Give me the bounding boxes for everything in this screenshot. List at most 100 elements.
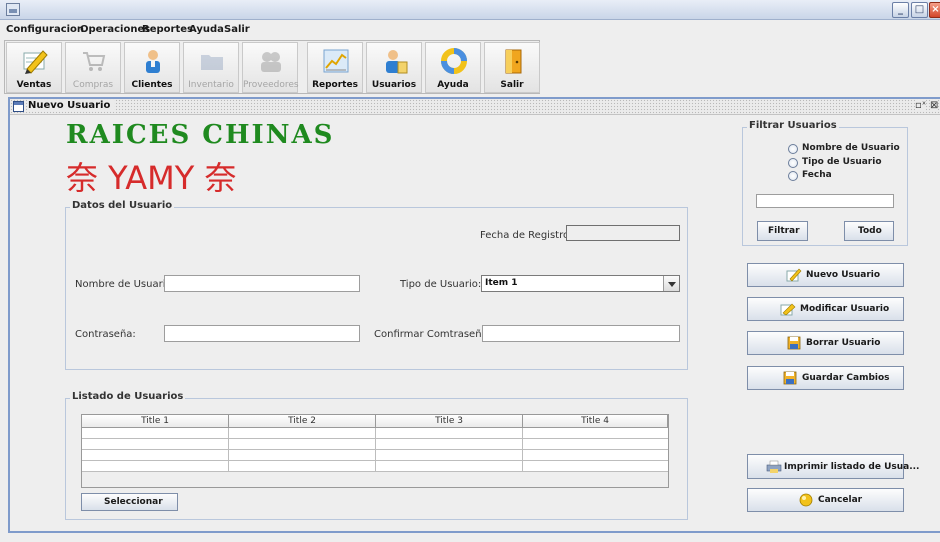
menu-reportes[interactable]: Reportes — [142, 24, 193, 35]
toolbar-label: Clientes — [131, 80, 173, 90]
imprimir-listado-button[interactable]: Imprimir listado de Usua... — [747, 454, 919, 479]
toolbar-label: Reportes — [312, 80, 358, 90]
cancel-circle-icon — [799, 493, 813, 507]
guardar-cambios-label: Guardar Cambios — [802, 373, 890, 383]
nuevo-usuario-button[interactable]: Nuevo Usuario — [747, 263, 904, 287]
imprimir-listado-label: Imprimir listado de Usua... — [784, 461, 920, 472]
toolbar-label: Ventas — [16, 80, 52, 90]
application-window: _ □ × Configuracion Operaciones Reportes… — [0, 0, 940, 542]
menu-ayuda[interactable]: Ayuda — [189, 24, 224, 35]
edit-pencil-icon — [780, 303, 796, 316]
maximize-button[interactable]: □ — [911, 2, 928, 18]
toolbar-reportes-button[interactable]: Reportes — [307, 42, 363, 93]
exit-door-icon — [505, 49, 522, 74]
save-disk-icon — [783, 371, 797, 385]
floppy-disk-icon — [787, 336, 801, 350]
tipo-usuario-value: Item 1 — [485, 278, 518, 288]
filtro-tipo-radio[interactable]: Tipo de Usuario — [788, 157, 888, 170]
seleccionar-button[interactable]: Seleccionar — [81, 493, 178, 511]
column-header[interactable]: Title 1 — [82, 415, 229, 428]
column-header[interactable]: Title 3 — [376, 415, 523, 428]
todo-button[interactable]: Todo — [844, 221, 894, 241]
filtro-nombre-radio[interactable]: Nombre de Usuario — [788, 143, 900, 156]
table-cell[interactable] — [229, 439, 376, 449]
table-row[interactable] — [82, 428, 668, 439]
cancelar-button[interactable]: Cancelar — [747, 488, 904, 512]
fecha-registro-label: Fecha de Registro: — [480, 230, 573, 241]
tipo-usuario-select[interactable]: Item 1 — [481, 275, 680, 292]
confirmar-contrasena-input[interactable] — [482, 325, 680, 342]
filtro-search-input[interactable] — [756, 194, 894, 208]
menu-configuracion[interactable]: Configuracion — [6, 24, 84, 35]
nombre-usuario-input[interactable] — [164, 275, 360, 292]
table-cell[interactable] — [376, 450, 523, 460]
todo-label: Todo — [858, 226, 882, 236]
toolbar-salir-button[interactable]: Salir — [484, 42, 540, 93]
chevron-down-icon[interactable] — [663, 276, 679, 291]
toolbar-inventario-button[interactable]: Inventario — [183, 42, 239, 93]
logo-title: RAICES CHINAS — [66, 120, 335, 150]
toolbar-label: Usuarios — [371, 80, 417, 90]
table-cell[interactable] — [229, 461, 376, 471]
nuevo-usuario-label: Nuevo Usuario — [806, 270, 881, 280]
toolbar-ayuda-button[interactable]: Ayuda — [425, 42, 481, 93]
column-header[interactable]: Title 4 — [523, 415, 668, 428]
seleccionar-label: Seleccionar — [104, 497, 163, 507]
table-cell[interactable] — [376, 461, 523, 471]
toolbar-compras-button[interactable]: Compras — [65, 42, 121, 93]
toolbar-label: Ayuda — [437, 80, 469, 90]
close-button[interactable]: × — [929, 2, 940, 18]
radio-label: Fecha — [802, 170, 832, 180]
borrar-usuario-button[interactable]: Borrar Usuario — [747, 331, 904, 355]
close-frame-icon[interactable]: ⊠ — [930, 100, 939, 111]
toolbar-label: Inventario — [188, 80, 234, 90]
modificar-usuario-button[interactable]: Modificar Usuario — [747, 297, 904, 321]
menu-operaciones[interactable]: Operaciones — [80, 24, 150, 35]
table-cell[interactable] — [82, 450, 229, 460]
usuarios-table[interactable]: Title 1 Title 2 Title 3 Title 4 — [81, 414, 669, 488]
toolbar-proveedores-button[interactable]: Proveedores — [242, 42, 299, 93]
chart-icon — [323, 49, 349, 73]
frame-icon — [13, 101, 24, 112]
toolbar-ventas-button[interactable]: Ventas — [6, 42, 62, 93]
column-header[interactable]: Title 2 — [229, 415, 376, 428]
modificar-usuario-label: Modificar Usuario — [800, 304, 890, 314]
filtrar-button[interactable]: Filtrar — [757, 221, 808, 241]
contrasena-input[interactable] — [164, 325, 360, 342]
contrasena-label: Contraseña: — [75, 329, 136, 340]
users-icon — [386, 50, 408, 74]
table-row[interactable] — [82, 450, 668, 461]
radio-label: Nombre de Usuario — [802, 143, 900, 153]
help-ring-icon — [441, 48, 467, 74]
confirmar-contrasena-label: Confirmar Comtraseña: — [374, 329, 492, 340]
table-cell[interactable] — [376, 439, 523, 449]
logo-subtitle: 奈 YAMY 奈 — [66, 159, 236, 197]
tipo-usuario-label: Tipo de Usuario: — [400, 279, 482, 290]
java-app-icon — [6, 3, 20, 16]
filtrar-label: Filtrar — [768, 226, 800, 236]
group-icon — [261, 52, 281, 72]
table-cell[interactable] — [229, 428, 376, 438]
table-cell[interactable] — [82, 461, 229, 471]
table-cell[interactable] — [82, 428, 229, 438]
menu-salir[interactable]: Salir — [224, 24, 250, 35]
table-cell[interactable] — [229, 450, 376, 460]
toolbar-label: Proveedores — [243, 80, 299, 90]
window-title-bar[interactable]: _ □ × — [0, 0, 940, 20]
filtro-fecha-radio[interactable]: Fecha — [788, 170, 888, 183]
table-cell[interactable] — [376, 428, 523, 438]
filtrar-usuarios-title: Filtrar Usuarios — [747, 120, 839, 131]
user-icon — [146, 50, 160, 73]
new-document-icon — [786, 268, 802, 282]
table-row[interactable] — [82, 439, 668, 450]
internal-frame-title-bar[interactable]: Nuevo Usuario ▫ˣ ⊠ — [10, 99, 940, 115]
toolbar-usuarios-button[interactable]: Usuarios — [366, 42, 422, 93]
fecha-registro-field — [566, 225, 680, 241]
table-cell[interactable] — [82, 439, 229, 449]
restore-frame-icon[interactable]: ▫ˣ — [915, 100, 927, 111]
guardar-cambios-button[interactable]: Guardar Cambios — [747, 366, 904, 390]
minimize-button[interactable]: _ — [892, 2, 909, 18]
table-row[interactable] — [82, 461, 668, 472]
toolbar-label: Salir — [500, 80, 524, 90]
toolbar-clientes-button[interactable]: Clientes — [124, 42, 180, 93]
